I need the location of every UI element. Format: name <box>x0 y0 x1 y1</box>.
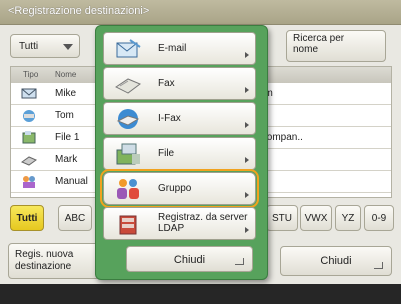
header-name: Nome <box>55 70 77 79</box>
filter-label: Tutti <box>19 41 39 52</box>
menu-item-ifax[interactable]: I-Fax <box>103 102 256 135</box>
row-name: Mark <box>55 154 78 165</box>
email-icon <box>21 88 37 99</box>
alpha-tab-abc[interactable]: ABC <box>58 205 92 231</box>
menu-label: Gruppo <box>158 183 192 194</box>
bottom-bezel <box>0 284 401 304</box>
enter-icon <box>374 262 383 269</box>
close-button[interactable]: Chiudi <box>280 246 392 276</box>
enter-icon <box>235 258 244 265</box>
chevron-right-icon <box>245 122 249 128</box>
chevron-down-icon <box>63 44 73 50</box>
alpha-tab-stu[interactable]: STU <box>266 205 298 231</box>
chevron-right-icon <box>245 52 249 58</box>
menu-item-file[interactable]: File <box>103 137 256 170</box>
screen-title: <Registrazione destinazioni> <box>8 5 150 17</box>
chevron-right-icon <box>245 87 249 93</box>
menu-item-email[interactable]: E-mail <box>103 32 256 65</box>
alpha-tab-yz[interactable]: YZ <box>335 205 361 231</box>
alpha-tab-all[interactable]: Tutti <box>10 205 44 231</box>
popup-close-label: Chiudi <box>173 254 206 266</box>
row-name: File 1 <box>55 132 80 143</box>
chevron-right-icon <box>245 157 249 163</box>
ifax-icon <box>116 109 140 129</box>
register-new-destination-button[interactable]: Regis. nuova destinazione <box>8 243 100 279</box>
menu-label: Fax <box>158 78 175 89</box>
alpha-label: ABC <box>64 213 86 224</box>
row-name: Mike <box>55 88 77 99</box>
title-bar: <Registrazione destinazioni> <box>0 0 401 25</box>
destination-type-popup: E-mail Fax I-Fax File Gruppo Registraz. … <box>95 25 268 280</box>
fax-icon <box>21 156 37 166</box>
popup-close-button[interactable]: Chiudi <box>126 246 253 272</box>
menu-item-ldap[interactable]: Registraz. da server LDAP <box>103 207 256 240</box>
file-icon <box>116 143 140 165</box>
ifax-icon <box>23 110 35 122</box>
alpha-label: YZ <box>341 213 355 224</box>
alpha-label: 0-9 <box>371 213 387 224</box>
search-label: Ricerca per nome <box>293 33 345 55</box>
fax-icon <box>115 78 141 94</box>
chevron-right-icon <box>245 227 249 233</box>
alpha-label: Tutti <box>16 213 38 224</box>
group-icon <box>23 176 35 188</box>
search-by-name-button[interactable]: Ricerca per nome <box>286 30 386 62</box>
row-name: Manual <box>55 176 88 187</box>
file-icon <box>22 131 36 144</box>
menu-label: I-Fax <box>158 113 181 124</box>
menu-label: E-mail <box>158 43 187 54</box>
alpha-label: VWX <box>304 213 328 224</box>
group-icon <box>117 179 139 199</box>
alpha-tab-vwx[interactable]: VWX <box>300 205 332 231</box>
register-label: Regis. nuova destinazione <box>15 249 74 272</box>
menu-item-group[interactable]: Gruppo <box>100 169 259 208</box>
header-type: Tipo <box>23 70 39 79</box>
menu-label: Registraz. da server LDAP <box>158 212 248 234</box>
menu-label: File <box>158 148 175 159</box>
row-name: Tom <box>55 110 74 121</box>
email-icon <box>116 39 141 58</box>
alpha-tab-09[interactable]: 0-9 <box>364 205 394 231</box>
alpha-label: STU <box>272 213 292 224</box>
ldap-server-icon <box>119 215 137 235</box>
filter-dropdown[interactable]: Tutti <box>10 34 80 58</box>
menu-item-fax[interactable]: Fax <box>103 67 256 100</box>
chevron-right-icon <box>245 192 249 198</box>
